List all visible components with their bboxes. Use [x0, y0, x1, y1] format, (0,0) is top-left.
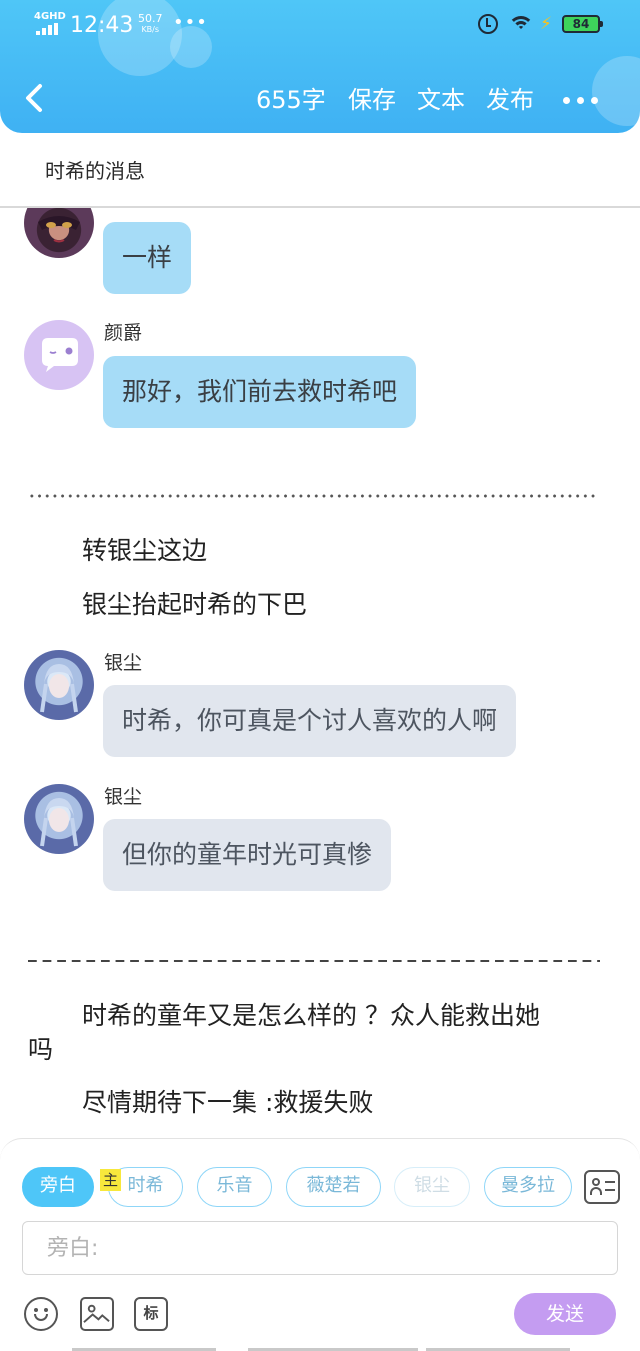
back-button[interactable]: [18, 78, 54, 118]
alarm-icon: [478, 14, 498, 34]
narration-text[interactable]: 银尘抬起时希的下巴: [82, 588, 307, 622]
clock: 12:43: [70, 13, 134, 38]
app-header: 4GHD 12:43 50.7 KB/s ••• ⚡ 84 655字 保存 文本…: [0, 0, 640, 133]
net-speed: 50.7 KB/s: [138, 13, 163, 35]
speaker-name: 银尘: [104, 652, 143, 674]
avatar[interactable]: [24, 320, 94, 390]
chat-bubble-icon: [42, 338, 78, 372]
charging-icon: ⚡: [540, 14, 552, 34]
net-speed-unit: KB/s: [141, 25, 160, 34]
role-chip[interactable]: 薇楚若: [286, 1167, 381, 1207]
message-bubble[interactable]: 时希，你可真是个讨人喜欢的人啊: [103, 685, 517, 757]
chat-area[interactable]: 一样 颜爵 那好，我们前去救时希吧 转银尘这边 银尘抬起时希的下巴 银尘 时希，…: [0, 208, 640, 1138]
more-dots-icon[interactable]: [560, 84, 602, 116]
contacts-icon[interactable]: [584, 1170, 620, 1204]
narration-text[interactable]: 转银尘这边: [82, 534, 207, 568]
signal-icon: [36, 23, 62, 35]
network-type: 4GHD: [34, 11, 66, 22]
dashed-divider: [28, 960, 600, 962]
message-input[interactable]: [23, 1222, 617, 1274]
word-count: 655字: [256, 86, 326, 114]
role-chip[interactable]: 旁白: [22, 1167, 94, 1207]
smile-icon[interactable]: [24, 1297, 58, 1331]
narration-text[interactable]: 吗: [28, 1033, 53, 1067]
dotted-divider: [28, 493, 598, 499]
speaker-name: 银尘: [104, 786, 143, 808]
text-button[interactable]: 文本: [417, 84, 465, 116]
status-bar: 4GHD 12:43 50.7 KB/s ••• ⚡ 84: [0, 0, 640, 52]
image-mountain-icon: [83, 1304, 110, 1323]
role-chip[interactable]: 曼多拉: [484, 1167, 572, 1207]
chevron-left-icon: [26, 84, 42, 112]
conversation-title-bar: 时希的消息: [0, 133, 640, 208]
protagonist-badge: 主: [100, 1169, 121, 1191]
narration-text[interactable]: 时希的童年又是怎么样的 ？众人能救出她: [82, 999, 540, 1033]
narration-text[interactable]: 尽情期待下一集 :救援失败: [82, 1086, 373, 1120]
wifi-icon: [508, 14, 534, 34]
message-bubble[interactable]: 一样: [103, 222, 192, 294]
message-bubble[interactable]: 那好，我们前去救时希吧: [103, 356, 417, 428]
masked-character-avatar: [38, 216, 80, 243]
notification-dots: •••: [173, 12, 208, 33]
page-title: 时希的消息: [45, 159, 145, 183]
role-chip[interactable]: 乐音: [197, 1167, 272, 1207]
silver-hair-character-avatar: [40, 798, 78, 847]
avatar[interactable]: [24, 784, 94, 854]
image-icon[interactable]: [80, 1297, 114, 1331]
battery-icon: 84: [562, 15, 603, 33]
message-input-box[interactable]: [22, 1221, 618, 1275]
compose-panel: 旁白 时希 主 乐音 薇楚若 银尘 曼多拉 标 发送: [0, 1138, 640, 1351]
tag-button[interactable]: 标: [134, 1297, 168, 1331]
speaker-name: 颜爵: [104, 322, 143, 344]
silver-hair-character-avatar: [40, 664, 78, 713]
send-button[interactable]: 发送: [514, 1293, 616, 1335]
avatar[interactable]: [24, 208, 94, 258]
message-bubble[interactable]: 但你的童年时光可真惨: [103, 819, 392, 891]
publish-button[interactable]: 发布: [486, 84, 534, 116]
save-button[interactable]: 保存: [348, 84, 396, 116]
role-chip[interactable]: 银尘: [394, 1167, 470, 1207]
avatar[interactable]: [24, 650, 94, 720]
